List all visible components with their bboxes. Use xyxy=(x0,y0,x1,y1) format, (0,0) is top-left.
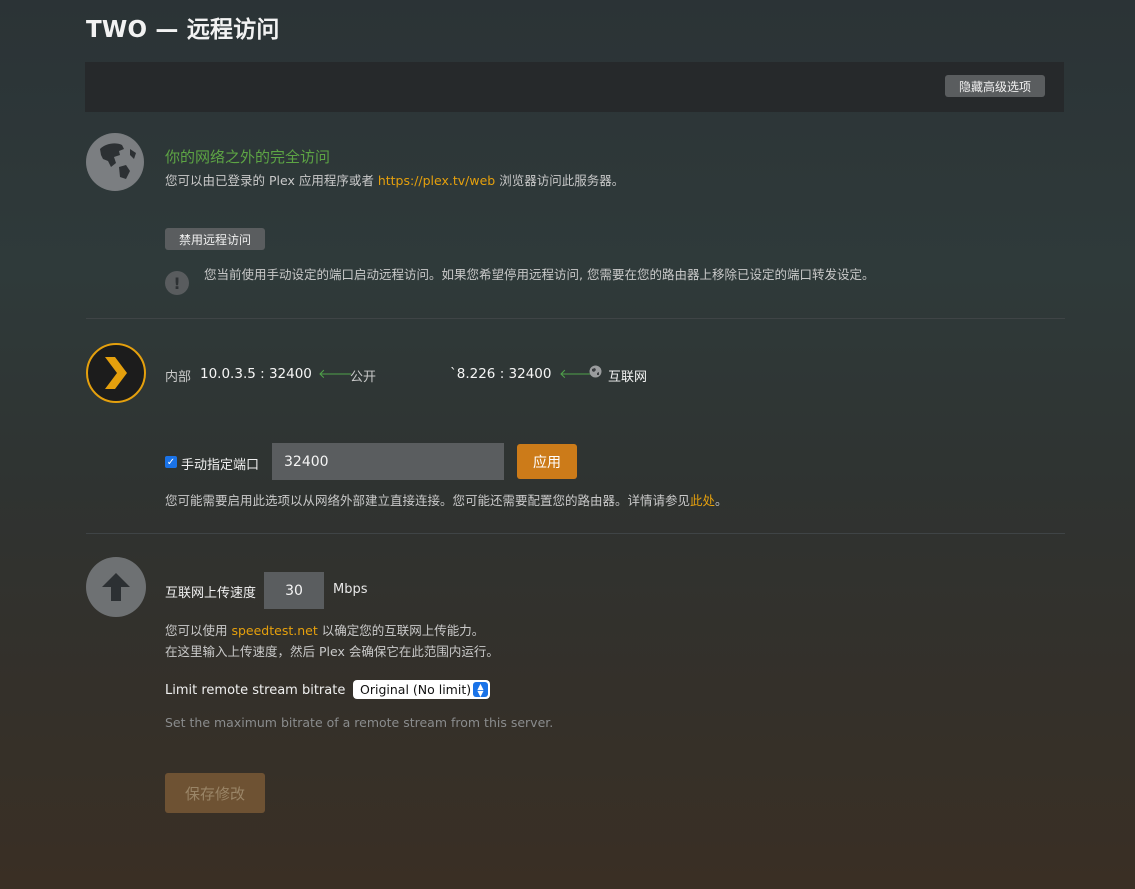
public-address: `8.226 : 32400 xyxy=(450,366,552,382)
upload-desc-post: 以确定您的互联网上传能力。 xyxy=(317,623,485,638)
upload-speed-input[interactable]: 30 xyxy=(264,572,324,609)
internet-label: 互联网 xyxy=(608,370,648,385)
hide-advanced-button[interactable]: 隐藏高级选项 xyxy=(945,75,1045,97)
port-input[interactable] xyxy=(272,443,504,480)
exclamation-icon: ! xyxy=(165,271,189,295)
upload-description-2: 在这里输入上传速度，然后 Plex 会确保它在此范围内运行。 xyxy=(165,644,499,659)
warning-text: 您当前使用手动设定的端口启动远程访问。如果您希望停用远程访问, 您需要在您的路由… xyxy=(204,267,875,282)
upload-speed-label: 互联网上传速度 xyxy=(165,586,257,601)
section-divider xyxy=(86,318,1065,319)
globe-icon xyxy=(86,133,144,191)
manual-port-label[interactable]: 手动指定端口 xyxy=(181,454,259,473)
bitrate-limit-label: Limit remote stream bitrate xyxy=(165,683,346,698)
public-label: 公开 xyxy=(350,370,377,385)
port-help-link[interactable]: 此处 xyxy=(690,493,715,508)
remote-desc-post: 浏览器访问此服务器。 xyxy=(495,173,625,188)
internet-globe-icon xyxy=(589,365,602,382)
port-description: 您可能需要启用此选项以从网络外部建立直接连接。您可能还需要配置您的路由器。详情请… xyxy=(165,490,728,509)
bitrate-description: Set the maximum bitrate of a remote stre… xyxy=(165,715,554,730)
apply-button[interactable]: 应用 xyxy=(517,444,577,479)
disable-remote-access-button[interactable]: 禁用远程访问 xyxy=(165,228,265,250)
upload-speed-unit: Mbps xyxy=(333,582,368,597)
plex-web-link[interactable]: https://plex.tv/web xyxy=(378,173,495,188)
plex-chevron-icon xyxy=(86,343,146,403)
manual-port-checkbox[interactable]: ✓ xyxy=(165,456,177,468)
top-toolbar xyxy=(85,62,1064,112)
remote-access-heading: 你的网络之外的完全访问 xyxy=(165,148,331,166)
page-title: TWO — 远程访问 xyxy=(86,17,280,43)
remote-desc-pre: 您可以由已登录的 Plex 应用程序或者 xyxy=(165,173,378,188)
bitrate-select[interactable]: Original (No limit) ▲ ▼ xyxy=(353,680,490,699)
section-divider xyxy=(86,533,1065,534)
port-desc-post: 。 xyxy=(715,493,728,508)
upload-arrow-icon xyxy=(86,557,146,617)
upload-desc-pre: 您可以使用 xyxy=(165,623,232,638)
internal-label: 内部 xyxy=(165,370,192,385)
save-changes-button[interactable]: 保存修改 xyxy=(165,773,265,813)
select-chevron-icon: ▲ ▼ xyxy=(473,682,488,697)
port-desc-pre: 您可能需要启用此选项以从网络外部建立直接连接。您可能还需要配置您的路由器。详情请… xyxy=(165,493,691,508)
arrow-left-icon: 🡐 xyxy=(318,367,353,382)
speedtest-link[interactable]: speedtest.net xyxy=(231,623,317,638)
internal-address: 10.0.3.5 : 32400 xyxy=(200,366,312,382)
upload-description: 您可以使用 speedtest.net 以确定您的互联网上传能力。 xyxy=(165,620,484,639)
remote-access-description: 您可以由已登录的 Plex 应用程序或者 https://plex.tv/web… xyxy=(165,170,624,189)
bitrate-selected-value: Original (No limit) xyxy=(360,682,472,697)
